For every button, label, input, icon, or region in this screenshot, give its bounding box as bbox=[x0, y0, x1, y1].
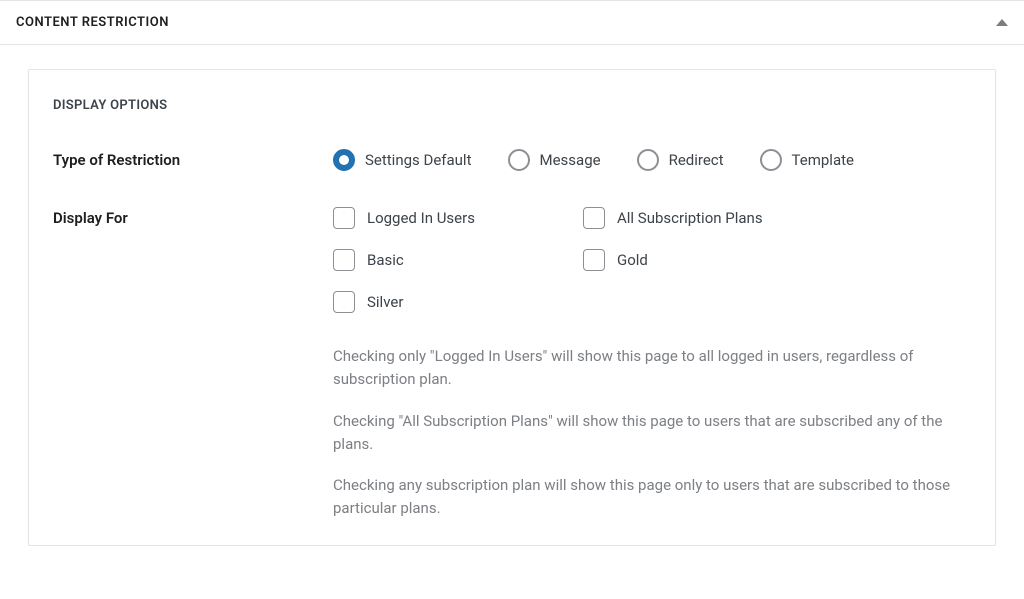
panel-header[interactable]: CONTENT RESTRICTION bbox=[0, 0, 1024, 45]
help-text: Checking "All Subscription Plans" will s… bbox=[333, 410, 971, 457]
checkbox-gold[interactable]: Gold bbox=[583, 249, 833, 271]
checkbox-icon bbox=[333, 249, 355, 271]
panel-body: DISPLAY OPTIONS Type of Restriction Sett… bbox=[0, 45, 1024, 556]
checkbox-basic[interactable]: Basic bbox=[333, 249, 583, 271]
checkbox-label: Logged In Users bbox=[367, 209, 475, 227]
checkbox-label: All Subscription Plans bbox=[617, 209, 763, 227]
display-for-content: Logged In Users All Subscription Plans B… bbox=[333, 207, 971, 521]
checkbox-icon bbox=[583, 249, 605, 271]
display-for-row: Display For Logged In Users All Subscrip… bbox=[53, 207, 971, 521]
radio-message[interactable]: Message bbox=[508, 149, 601, 171]
radio-icon bbox=[637, 149, 659, 171]
checkbox-icon bbox=[333, 207, 355, 229]
radio-label: Message bbox=[540, 151, 601, 169]
radio-settings-default[interactable]: Settings Default bbox=[333, 149, 472, 171]
radio-label: Settings Default bbox=[365, 151, 472, 169]
radio-redirect[interactable]: Redirect bbox=[637, 149, 724, 171]
checkbox-silver[interactable]: Silver bbox=[333, 291, 583, 313]
section-title: DISPLAY OPTIONS bbox=[53, 98, 971, 113]
restriction-type-content: Settings Default Message Redirect Templa… bbox=[333, 149, 971, 171]
radio-label: Redirect bbox=[669, 151, 724, 169]
radio-icon bbox=[508, 149, 530, 171]
radio-template[interactable]: Template bbox=[760, 149, 854, 171]
checkbox-label: Gold bbox=[617, 251, 648, 269]
checkbox-logged-in-users[interactable]: Logged In Users bbox=[333, 207, 583, 229]
restriction-type-radios: Settings Default Message Redirect Templa… bbox=[333, 149, 971, 171]
settings-box: DISPLAY OPTIONS Type of Restriction Sett… bbox=[28, 69, 996, 546]
checkbox-label: Silver bbox=[367, 293, 403, 311]
help-text: Checking any subscription plan will show… bbox=[333, 474, 971, 521]
restriction-type-label: Type of Restriction bbox=[53, 149, 333, 169]
checkbox-icon bbox=[333, 291, 355, 313]
help-text: Checking only "Logged In Users" will sho… bbox=[333, 345, 971, 392]
collapse-icon bbox=[996, 19, 1008, 26]
checkbox-all-subscription-plans[interactable]: All Subscription Plans bbox=[583, 207, 833, 229]
panel-title: CONTENT RESTRICTION bbox=[16, 15, 169, 30]
restriction-type-row: Type of Restriction Settings Default Mes… bbox=[53, 149, 971, 171]
checkbox-label: Basic bbox=[367, 251, 404, 269]
radio-label: Template bbox=[792, 151, 854, 169]
display-for-checkboxes: Logged In Users All Subscription Plans B… bbox=[333, 207, 971, 313]
display-for-label: Display For bbox=[53, 207, 333, 227]
checkbox-icon bbox=[583, 207, 605, 229]
radio-icon bbox=[760, 149, 782, 171]
radio-icon bbox=[333, 149, 355, 171]
